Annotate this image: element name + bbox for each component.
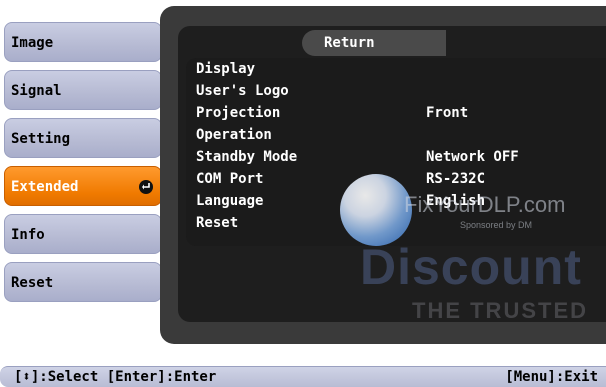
main-menu: Image Signal Setting Extended Info Reset <box>4 22 162 310</box>
menu-item-label: Extended <box>11 179 79 195</box>
setting-row-reset[interactable]: Reset <box>196 212 596 234</box>
setting-value: English <box>426 193 486 209</box>
setting-row-projection[interactable]: Projection Front <box>196 102 596 124</box>
menu-item-image[interactable]: Image <box>4 22 162 62</box>
setting-label: Reset <box>196 215 239 231</box>
return-button[interactable]: Return <box>302 30 446 56</box>
menu-item-extended[interactable]: Extended <box>4 166 162 206</box>
setting-row-language[interactable]: Language English <box>196 190 596 212</box>
menu-item-info[interactable]: Info <box>4 214 162 254</box>
setting-label: Operation <box>196 127 272 143</box>
menu-item-label: Setting <box>11 131 71 147</box>
setting-row-users-logo[interactable]: User's Logo <box>196 80 596 102</box>
setting-label: COM Port <box>196 171 264 187</box>
help-exit: [Menu]:Exit <box>505 369 598 385</box>
extended-settings-list: Display User's Logo Projection Front Ope… <box>186 58 606 246</box>
setting-label: User's Logo <box>196 83 289 99</box>
menu-item-label: Image <box>11 35 54 51</box>
setting-label: Display <box>196 61 256 77</box>
menu-item-reset[interactable]: Reset <box>4 262 162 302</box>
setting-row-operation[interactable]: Operation <box>196 124 596 146</box>
menu-item-label: Info <box>11 227 45 243</box>
setting-value: RS-232C <box>426 171 486 187</box>
help-bar: [⬍]:Select [Enter]:Enter [Menu]:Exit <box>0 366 606 387</box>
setting-label: Language <box>196 193 264 209</box>
menu-item-signal[interactable]: Signal <box>4 70 162 110</box>
menu-item-setting[interactable]: Setting <box>4 118 162 158</box>
enter-icon <box>139 180 153 194</box>
help-select-enter: [⬍]:Select [Enter]:Enter <box>14 369 217 385</box>
setting-value: Front <box>426 105 469 121</box>
setting-row-com-port[interactable]: COM Port RS-232C <box>196 168 596 190</box>
setting-row-standby-mode[interactable]: Standby Mode Network OFF <box>196 146 596 168</box>
setting-label: Projection <box>196 105 281 121</box>
setting-row-display[interactable]: Display <box>196 58 596 80</box>
menu-item-label: Reset <box>11 275 54 291</box>
setting-value: Network OFF <box>426 149 519 165</box>
setting-label: Standby Mode <box>196 149 298 165</box>
menu-item-label: Signal <box>11 83 62 99</box>
